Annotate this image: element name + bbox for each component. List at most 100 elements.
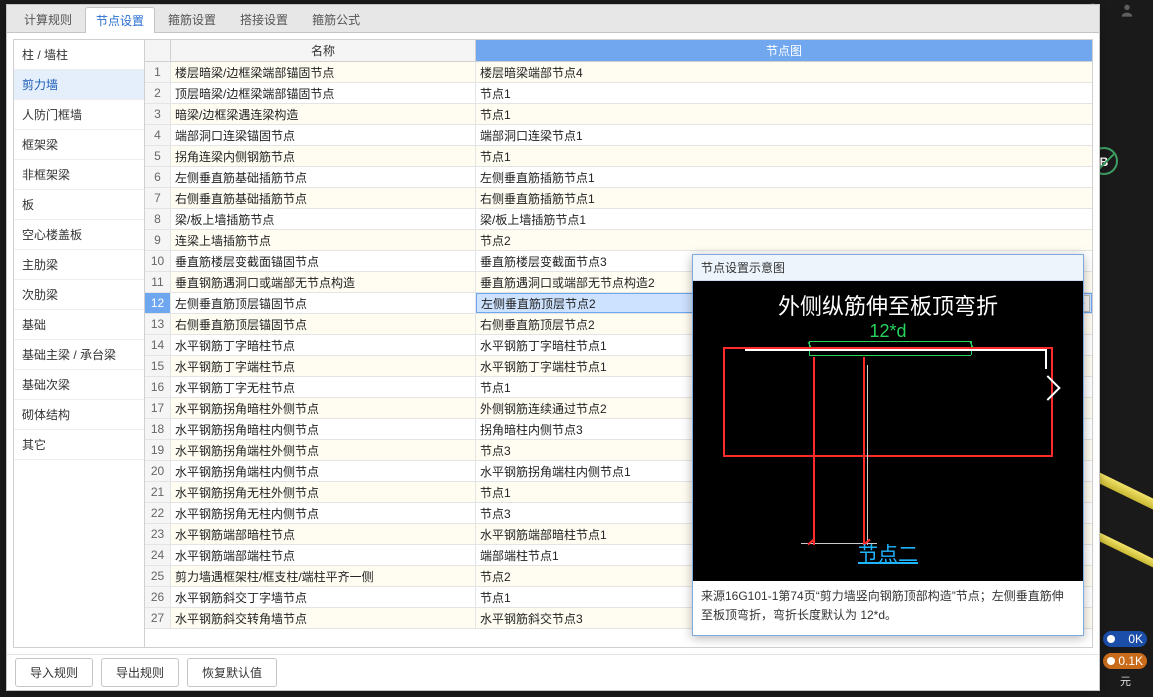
distance-value-2: 0.1K bbox=[1118, 654, 1143, 668]
row-number: 16 bbox=[145, 377, 171, 397]
sidebar-item-10[interactable]: 基础主梁 / 承台梁 bbox=[14, 340, 144, 370]
row-name: 水平钢筋斜交丁字墙节点 bbox=[171, 587, 476, 607]
sidebar-item-6[interactable]: 空心楼盖板 bbox=[14, 220, 144, 250]
tab-2[interactable]: 箍筋设置 bbox=[157, 6, 227, 32]
sidebar-item-3[interactable]: 框架梁 bbox=[14, 130, 144, 160]
row-diagram[interactable]: 端部洞口连梁节点1 bbox=[476, 125, 1092, 145]
row-number: 13 bbox=[145, 314, 171, 334]
row-name: 顶层暗梁/边框梁端部锚固节点 bbox=[171, 83, 476, 103]
row-number: 17 bbox=[145, 398, 171, 418]
row-number: 21 bbox=[145, 482, 171, 502]
row-name: 水平钢筋拐角端柱内侧节点 bbox=[171, 461, 476, 481]
table-row[interactable]: 2顶层暗梁/边框梁端部锚固节点节点1 bbox=[145, 83, 1092, 104]
row-name: 拐角连梁内侧钢筋节点 bbox=[171, 146, 476, 166]
row-number: 24 bbox=[145, 545, 171, 565]
row-number: 3 bbox=[145, 104, 171, 124]
row-name: 水平钢筋端部端柱节点 bbox=[171, 545, 476, 565]
row-number: 7 bbox=[145, 188, 171, 208]
sidebar-item-2[interactable]: 人防门框墙 bbox=[14, 100, 144, 130]
row-number: 10 bbox=[145, 251, 171, 271]
tab-3[interactable]: 搭接设置 bbox=[229, 6, 299, 32]
row-number: 18 bbox=[145, 419, 171, 439]
row-number: 27 bbox=[145, 608, 171, 628]
row-name: 水平钢筋拐角暗柱内侧节点 bbox=[171, 419, 476, 439]
sidebar-item-1[interactable]: 剪力墙 bbox=[14, 70, 144, 100]
row-diagram[interactable]: 楼层暗梁端部节点4 bbox=[476, 62, 1092, 82]
sidebar-item-5[interactable]: 板 bbox=[14, 190, 144, 220]
row-name: 水平钢筋拐角无柱内侧节点 bbox=[171, 503, 476, 523]
preview-dim-text: 12*d bbox=[693, 321, 1083, 342]
row-name: 右侧垂直筋顶层锚固节点 bbox=[171, 314, 476, 334]
row-name: 连梁上墙插筋节点 bbox=[171, 230, 476, 250]
reset-default-button[interactable]: 恢复默认值 bbox=[187, 658, 277, 687]
export-rules-button[interactable]: 导出规则 bbox=[101, 658, 179, 687]
row-name: 左侧垂直筋顶层锚固节点 bbox=[171, 293, 476, 313]
row-name: 剪力墙遇框架柱/框支柱/端柱平齐一侧 bbox=[171, 566, 476, 586]
row-diagram[interactable]: 节点1 bbox=[476, 146, 1092, 166]
row-name: 端部洞口连梁锚固节点 bbox=[171, 125, 476, 145]
distance-badge-1: 0K bbox=[1103, 631, 1147, 647]
row-name: 水平钢筋斜交转角墙节点 bbox=[171, 608, 476, 628]
row-number: 15 bbox=[145, 356, 171, 376]
preview-title: 节点设置示意图 bbox=[693, 255, 1083, 281]
table-row[interactable]: 1楼层暗梁/边框梁端部锚固节点楼层暗梁端部节点4 bbox=[145, 62, 1092, 83]
table-row[interactable]: 3暗梁/边框梁遇连梁构造节点1 bbox=[145, 104, 1092, 125]
row-name: 暗梁/边框梁遇连梁构造 bbox=[171, 104, 476, 124]
category-sidebar: 柱 / 墙柱剪力墙人防门框墙框架梁非框架梁板空心楼盖板主肋梁次肋梁基础基础主梁 … bbox=[13, 39, 144, 648]
row-number: 9 bbox=[145, 230, 171, 250]
sidebar-item-4[interactable]: 非框架梁 bbox=[14, 160, 144, 190]
row-diagram[interactable]: 节点1 bbox=[476, 104, 1092, 124]
table-row[interactable]: 4端部洞口连梁锚固节点端部洞口连梁节点1 bbox=[145, 125, 1092, 146]
preview-description: 来源16G101-1第74页“剪力墙竖向钢筋顶部构造”节点；左侧垂直筋伸至板顶弯… bbox=[693, 581, 1083, 635]
table-row[interactable]: 9连梁上墙插筋节点节点2 bbox=[145, 230, 1092, 251]
row-number: 20 bbox=[145, 461, 171, 481]
row-name: 垂直筋楼层变截面锚固节点 bbox=[171, 251, 476, 271]
row-number: 25 bbox=[145, 566, 171, 586]
tab-0[interactable]: 计算规则 bbox=[13, 6, 83, 32]
row-diagram[interactable]: 左侧垂直筋插筋节点1 bbox=[476, 167, 1092, 187]
row-diagram[interactable]: 节点2 bbox=[476, 230, 1092, 250]
row-diagram[interactable]: 节点1 bbox=[476, 83, 1092, 103]
col-header-diagram[interactable]: 节点图 bbox=[476, 40, 1092, 61]
unit-label: 元 bbox=[1120, 673, 1131, 689]
sidebar-item-7[interactable]: 主肋梁 bbox=[14, 250, 144, 280]
sidebar-item-12[interactable]: 砌体结构 bbox=[14, 400, 144, 430]
row-name: 水平钢筋丁字无柱节点 bbox=[171, 377, 476, 397]
table-header: 名称 节点图 bbox=[145, 40, 1092, 62]
row-name: 水平钢筋拐角暗柱外侧节点 bbox=[171, 398, 476, 418]
row-name: 水平钢筋拐角无柱外侧节点 bbox=[171, 482, 476, 502]
user-icon[interactable] bbox=[1119, 2, 1135, 18]
row-name: 楼层暗梁/边框梁端部锚固节点 bbox=[171, 62, 476, 82]
row-number: 19 bbox=[145, 440, 171, 460]
row-name: 垂直钢筋遇洞口或端部无节点构造 bbox=[171, 272, 476, 292]
row-name: 水平钢筋丁字暗柱节点 bbox=[171, 335, 476, 355]
dialog-footer: 导入规则 导出规则 恢复默认值 bbox=[7, 654, 1099, 690]
row-name: 右侧垂直筋基础插筋节点 bbox=[171, 188, 476, 208]
sidebar-item-9[interactable]: 基础 bbox=[14, 310, 144, 340]
import-rules-button[interactable]: 导入规则 bbox=[15, 658, 93, 687]
sidebar-item-11[interactable]: 基础次梁 bbox=[14, 370, 144, 400]
sidebar-item-13[interactable]: 其它 bbox=[14, 430, 144, 460]
row-number: 2 bbox=[145, 83, 171, 103]
distance-value-1: 0K bbox=[1128, 632, 1143, 646]
col-header-name: 名称 bbox=[171, 40, 476, 61]
row-name: 水平钢筋端部暗柱节点 bbox=[171, 524, 476, 544]
sidebar-item-8[interactable]: 次肋梁 bbox=[14, 280, 144, 310]
preview-top-text: 外侧纵筋伸至板顶弯折 bbox=[693, 289, 1083, 321]
table-row[interactable]: 6左侧垂直筋基础插筋节点左侧垂直筋插筋节点1 bbox=[145, 167, 1092, 188]
sidebar-item-0[interactable]: 柱 / 墙柱 bbox=[14, 40, 144, 70]
tab-1[interactable]: 节点设置 bbox=[85, 7, 155, 33]
row-number: 1 bbox=[145, 62, 171, 82]
tab-bar: 计算规则节点设置箍筋设置搭接设置箍筋公式 bbox=[7, 5, 1099, 33]
preview-bottom-label[interactable]: 节点二 bbox=[693, 538, 1083, 567]
tab-4[interactable]: 箍筋公式 bbox=[301, 6, 371, 32]
row-diagram[interactable]: 梁/板上墙插筋节点1 bbox=[476, 209, 1092, 229]
table-row[interactable]: 5拐角连梁内侧钢筋节点节点1 bbox=[145, 146, 1092, 167]
table-row[interactable]: 7右侧垂直筋基础插筋节点右侧垂直筋插筋节点1 bbox=[145, 188, 1092, 209]
node-preview-popup: 节点设置示意图 外侧纵筋伸至板顶弯折 12*d 节点二 来源16G101-1第7… bbox=[692, 254, 1084, 636]
row-number: 6 bbox=[145, 167, 171, 187]
row-name: 水平钢筋丁字端柱节点 bbox=[171, 356, 476, 376]
row-diagram[interactable]: 右侧垂直筋插筋节点1 bbox=[476, 188, 1092, 208]
table-row[interactable]: 8梁/板上墙插筋节点梁/板上墙插筋节点1 bbox=[145, 209, 1092, 230]
distance-badge-2: 0.1K bbox=[1103, 653, 1147, 669]
